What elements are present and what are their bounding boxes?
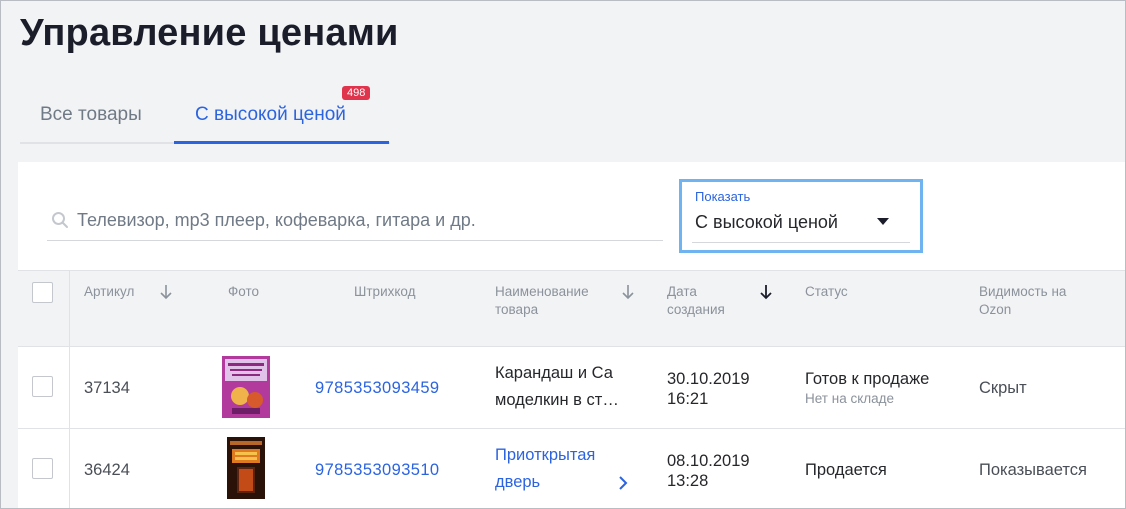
search-field — [47, 202, 663, 241]
status-subtext: Нет на складе — [805, 391, 895, 406]
show-filter-value: С высокой ценой — [695, 212, 838, 232]
column-header-article[interactable]: Артикул — [84, 283, 134, 301]
tab-count-badge: 498 — [342, 86, 371, 100]
search-icon — [52, 212, 68, 228]
status-value: Продается — [805, 461, 887, 479]
show-filter-label: Показать — [695, 189, 751, 204]
sort-arrow-icon[interactable] — [158, 283, 174, 301]
page-title: Управление ценами — [20, 12, 399, 54]
visibility-value: Показывается — [979, 461, 1087, 479]
column-divider — [69, 270, 70, 509]
sort-arrow-active-icon[interactable] — [758, 283, 774, 301]
created-date: 08.10.2019 — [667, 452, 750, 470]
column-header-visibility: Видимость на Ozon — [979, 284, 1067, 317]
product-photo-book-cover[interactable] — [222, 356, 270, 418]
status-value: Готов к продаже — [805, 370, 930, 388]
article-value: 37134 — [84, 379, 130, 397]
column-header-date[interactable]: Дата создания — [667, 283, 737, 319]
created-date: 30.10.2019 — [667, 370, 750, 388]
column-header-status: Статус — [805, 284, 848, 299]
products-panel: Показать С высокой ценой Артикул Фото Шт… — [18, 162, 1126, 509]
barcode-link[interactable]: 9785353093459 — [315, 379, 440, 398]
product-name-link[interactable]: Приоткрытая дверь — [495, 442, 635, 496]
show-filter-select[interactable]: Показать С высокой ценой — [679, 179, 923, 253]
table-row[interactable]: 36424 9785353093510 Приоткрытая дверь 08… — [18, 429, 1126, 509]
select-all-checkbox[interactable] — [32, 282, 53, 303]
search-input[interactable] — [77, 206, 657, 234]
product-name[interactable]: Карандаш и Са моделкин в ст… — [495, 360, 635, 414]
article-value: 36424 — [84, 461, 130, 479]
sort-arrow-icon[interactable] — [620, 283, 636, 301]
created-time: 16:21 — [667, 390, 709, 408]
tab-high-price[interactable]: С высокой ценой — [195, 104, 346, 126]
chevron-right-icon[interactable] — [618, 475, 628, 491]
visibility-value: Скрыт — [979, 379, 1027, 397]
row-checkbox[interactable] — [32, 376, 53, 397]
active-tab-indicator — [174, 141, 389, 144]
tab-all-products[interactable]: Все товары — [40, 104, 142, 126]
created-time: 13:28 — [667, 472, 709, 490]
barcode-link[interactable]: 9785353093510 — [315, 461, 440, 480]
column-header-name[interactable]: Наименование товара — [495, 283, 615, 319]
column-header-photo: Фото — [228, 284, 260, 299]
tabs: Все товары С высокой ценой 498 — [20, 86, 390, 144]
row-checkbox[interactable] — [32, 458, 53, 479]
caret-down-icon — [877, 218, 889, 225]
table-row[interactable]: 37134 9785353093459 Карандаш и Са моделк… — [18, 347, 1126, 429]
table-header: Артикул Фото Штрихкод Наименование товар… — [18, 270, 1126, 347]
product-photo-book-cover[interactable] — [227, 437, 265, 499]
select-underline — [692, 242, 910, 243]
column-header-barcode: Штрихкод — [354, 284, 416, 299]
